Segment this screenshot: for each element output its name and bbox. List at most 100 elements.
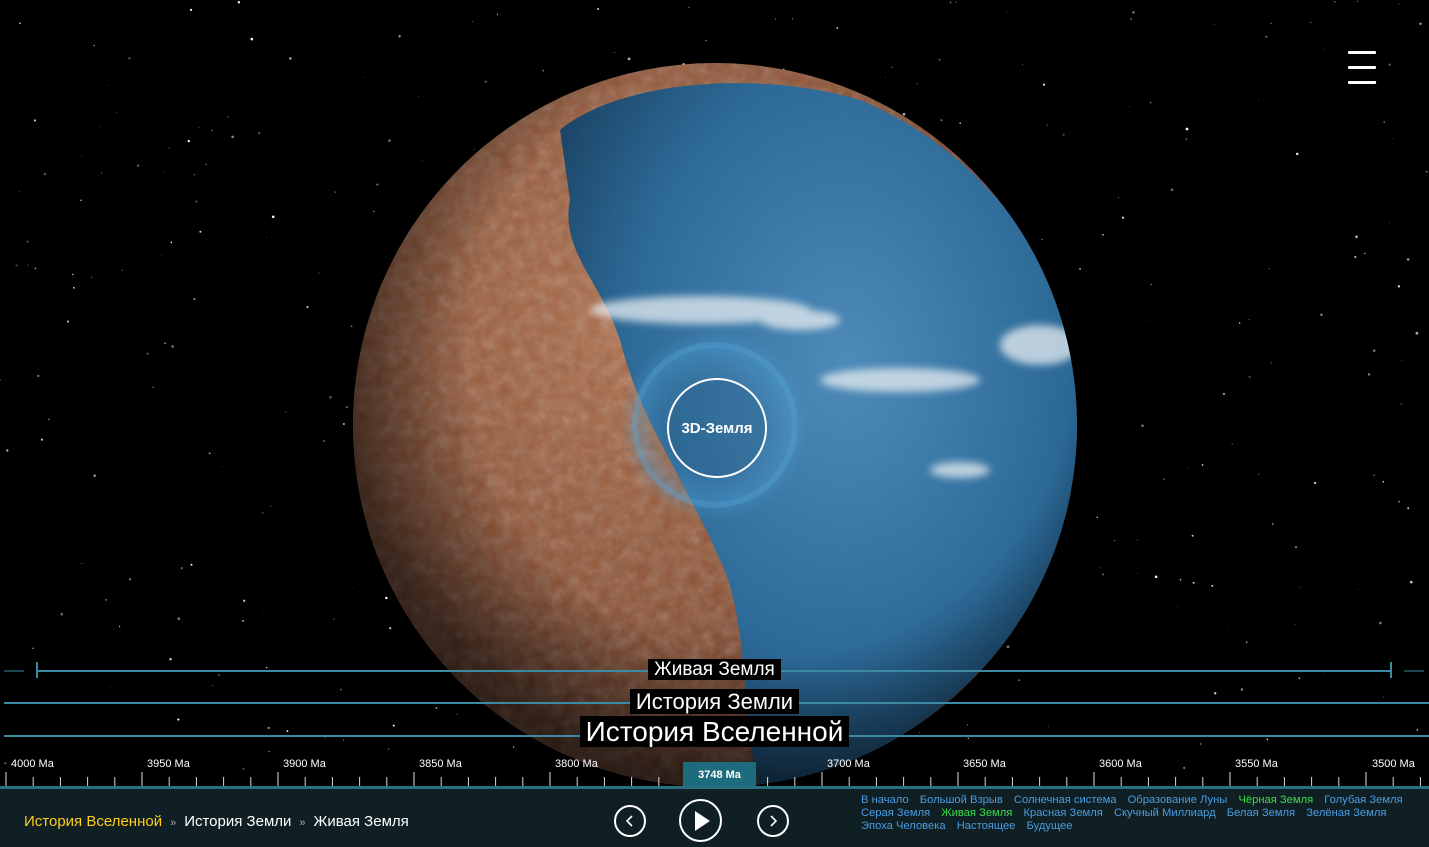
star [392,724,395,727]
star [243,599,246,602]
star [1383,121,1386,123]
chapter-link[interactable]: Эпоха Человека [861,820,946,832]
star [342,422,345,426]
star [1102,573,1105,576]
star [211,130,213,132]
star [1141,424,1144,427]
star [205,163,208,166]
star [93,474,96,477]
star [33,119,36,122]
star [385,596,388,600]
star [177,617,181,620]
star [1018,679,1020,681]
star [1099,567,1101,569]
chapter-link[interactable]: Чёрная Земля [1238,794,1313,806]
star [1213,23,1215,25]
star [265,666,268,669]
next-button[interactable] [757,805,789,837]
star [422,159,423,161]
star [60,612,64,616]
star [329,395,332,399]
star [1238,322,1241,324]
play-button[interactable] [679,799,722,842]
star [289,57,292,60]
star [72,273,74,276]
star [227,116,229,118]
star [1185,127,1189,131]
star [1398,3,1400,5]
tick-label: 3850 Ma [419,758,462,770]
star [270,505,272,507]
star [4,762,7,765]
star [1295,152,1299,156]
breadcrumb-item[interactable]: Живая Земля [314,813,409,830]
star [318,272,320,274]
chapter-link[interactable]: Скучный Миллиард [1114,807,1216,819]
star [1392,138,1394,140]
star [265,236,267,238]
chapter-link[interactable]: Белая Земля [1227,807,1295,819]
tick-label: 3550 Ma [1235,758,1278,770]
star [966,724,968,726]
chapter-link[interactable]: Настоящее [957,820,1016,832]
star [1397,285,1400,288]
breadcrumb-item[interactable]: История Земли [184,813,291,830]
timeline-cursor[interactable]: 3748 Ma [683,762,756,788]
star [1277,443,1279,444]
hamburger-menu-icon[interactable] [1346,48,1378,86]
star [1385,666,1386,667]
star [193,173,196,176]
star [398,35,401,38]
chapter-link[interactable]: Большой Взрыв [920,794,1003,806]
star [108,85,110,86]
breadcrumb-item[interactable]: История Вселенной [24,813,162,830]
star [198,127,200,128]
3d-earth-button[interactable]: 3D-Земля [667,378,767,478]
chapter-link[interactable]: Солнечная система [1014,794,1117,806]
star [1334,1,1336,3]
star [1231,443,1233,445]
star [168,147,171,149]
star [199,230,202,233]
star [376,183,379,186]
chapter-link[interactable]: Образование Луны [1128,794,1228,806]
chapter-link-active[interactable]: Живая Земля [941,807,1012,819]
star [902,112,906,116]
star [1130,18,1133,20]
star [1389,256,1390,257]
star [774,18,776,20]
star [340,688,342,691]
prev-button[interactable] [614,805,646,837]
star [1191,534,1194,537]
star [1006,10,1008,12]
star [1041,238,1043,241]
chapter-link[interactable]: Зелёная Земля [1306,807,1386,819]
star [885,77,886,78]
star [128,56,131,60]
star [286,730,289,732]
star [262,613,263,615]
tick-label: 3950 Ma [147,758,190,770]
star [91,276,93,278]
chapter-link[interactable]: Красная Земля [1023,807,1102,819]
star [934,5,936,7]
star [613,51,615,53]
chapter-link[interactable]: Серая Земля [861,807,930,819]
chapter-link[interactable]: Голубая Земля [1324,794,1402,806]
star [1222,392,1226,396]
chapter-link[interactable]: В начало [861,794,909,806]
chapter-links: В начало Большой Взрыв Солнечная система… [861,794,1421,833]
star [836,27,839,29]
star [1248,319,1250,320]
star [1211,584,1214,587]
star [268,750,270,753]
chapter-link[interactable]: Будущее [1027,820,1073,832]
star [1323,48,1325,50]
star [435,707,438,709]
star [380,745,382,747]
star [1170,188,1174,192]
star [258,131,261,135]
star [512,746,515,748]
star [177,718,180,721]
star [1389,222,1390,224]
